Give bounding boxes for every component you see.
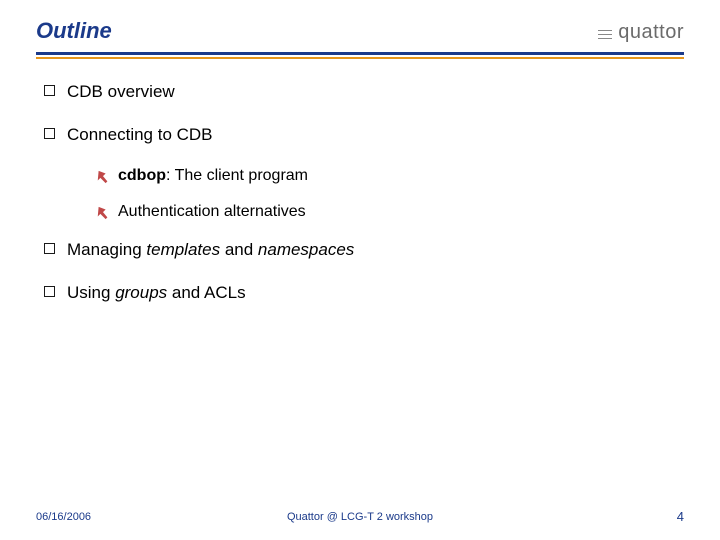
list-item: CDB overview <box>44 81 676 102</box>
list-item: Connecting to CDB <box>44 124 676 145</box>
bullet-square-icon <box>44 128 55 139</box>
brand: quattor <box>598 21 684 44</box>
slide-footer: 06/16/2006 Quattor @ LCG-T 2 workshop 4 <box>36 509 684 524</box>
header-rules <box>36 52 684 59</box>
footer-title: Quattor @ LCG-T 2 workshop <box>36 511 684 523</box>
pin-icon <box>96 206 110 220</box>
footer-date: 06/16/2006 <box>36 511 91 523</box>
slide: Outline quattor CDB overview Connecting … <box>0 0 720 540</box>
sub-list-item-text: cdbop: The client program <box>118 167 308 185</box>
bullet-square-icon <box>44 243 55 254</box>
slide-header: Outline quattor <box>36 18 684 50</box>
sub-list-item: cdbop: The client program <box>96 167 676 185</box>
rule-blue <box>36 52 684 55</box>
page-number: 4 <box>677 509 684 524</box>
slide-title: Outline <box>36 18 112 44</box>
list-item: Using groups and ACLs <box>44 282 676 303</box>
bullet-square-icon <box>44 85 55 96</box>
brand-text: quattor <box>618 21 684 44</box>
sub-list-item: Authentication alternatives <box>96 203 676 221</box>
list-item: Managing templates and namespaces <box>44 239 676 260</box>
pin-icon <box>96 170 110 184</box>
sub-list-item-text: Authentication alternatives <box>118 203 306 221</box>
list-item-text: Using groups and ACLs <box>67 282 246 303</box>
list-item-text: Connecting to CDB <box>67 124 213 145</box>
list-item-text: CDB overview <box>67 81 175 102</box>
list-item-text: Managing templates and namespaces <box>67 239 354 260</box>
bullet-square-icon <box>44 286 55 297</box>
content: CDB overview Connecting to CDB cdbop: Th… <box>36 59 684 303</box>
brand-icon <box>598 26 612 40</box>
